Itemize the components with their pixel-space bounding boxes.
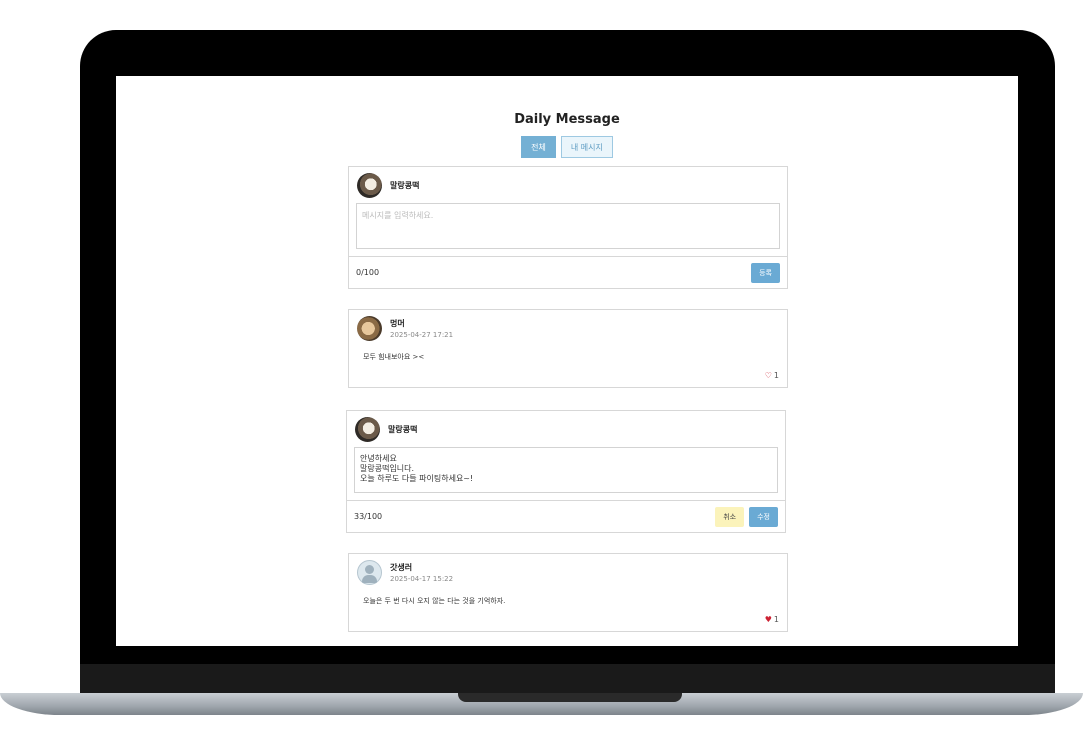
message-text: 오늘은 두 번 다시 오지 않는 다는 것을 기억하자. [363,597,506,605]
message-nickname: 갓생러 [390,562,413,572]
message-nickname: 멍머 [390,318,405,328]
like-count: 1 [773,615,779,624]
composer-nickname: 말랑콩떡 [390,180,420,190]
submit-button[interactable]: 등록 [751,262,780,283]
message-card: 갓생러 2025-04-17 15:22 오늘은 두 번 다시 오지 않는 다는… [348,553,788,632]
message-text: 모두 힘내보아요 >< [363,353,425,361]
like-button[interactable]: ♡ 1 [349,371,787,387]
like-count: 1 [773,371,779,380]
message-header: 갓생러 2025-04-17 15:22 [349,554,787,590]
laptop-chin [80,664,1055,695]
avatar [357,172,382,198]
char-counter: 0/100 [356,268,380,277]
composer-header: 말랑콩떡 [349,167,787,203]
edit-actions: 취소 수정 [715,506,778,527]
message-date: 2025-04-27 17:21 [390,330,454,339]
message-date: 2025-04-17 15:22 [390,574,454,583]
default-avatar-icon [357,559,382,585]
app-screen: Daily Message 전체 내 메시지 말랑콩떡 메시지를 입력하세요. … [116,76,1018,646]
message-card: 멍머 2025-04-27 17:21 모두 힘내보아요 >< ♡ 1 [348,309,788,388]
tab-my-messages[interactable]: 내 메시지 [560,136,613,158]
heart-filled-icon: ♥ [764,615,772,624]
composer-footer: 0/100 등록 [349,256,787,288]
message-header: 말랑콩떡 [347,411,785,447]
edit-footer: 33/100 취소 수정 [347,500,785,532]
message-header: 멍머 2025-04-27 17:21 [349,310,787,346]
laptop-notch [458,693,682,702]
tab-all[interactable]: 전체 [521,136,556,158]
like-button[interactable]: ♥ 1 [349,615,787,631]
cancel-button[interactable]: 취소 [715,506,745,527]
message-nickname: 말랑콩떡 [388,424,418,434]
page-title: Daily Message [514,112,620,127]
avatar [357,315,382,341]
message-edit-card: 말랑콩떡 안녕하세요 말랑콩떡입니다. 오늘 하루도 다들 파이팅하세요~! 3… [346,410,786,533]
avatar [355,416,380,442]
message-composer: 말랑콩떡 메시지를 입력하세요. 0/100 등록 [348,166,788,289]
char-counter: 33/100 [354,512,383,521]
save-button[interactable]: 수정 [749,506,778,527]
message-input[interactable]: 메시지를 입력하세요. [356,203,780,249]
heart-outline-icon: ♡ [764,371,772,380]
edit-input[interactable]: 안녕하세요 말랑콩떡입니다. 오늘 하루도 다들 파이팅하세요~! [354,447,778,493]
tab-bar: 전체 내 메시지 [116,136,1018,158]
